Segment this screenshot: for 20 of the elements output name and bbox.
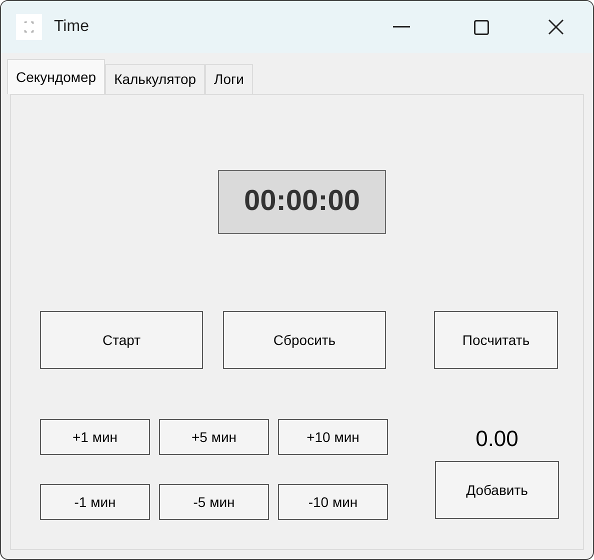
time-adjust-button[interactable]: -5 мин [159, 484, 269, 520]
app-icon [16, 14, 42, 40]
maximize-icon[interactable] [474, 20, 489, 34]
time-adjust-button[interactable]: -10 мин [278, 484, 388, 520]
add-button[interactable]: Добавить [435, 461, 559, 519]
timer-display: 00:00:00 [218, 170, 386, 234]
action-button[interactable]: Сбросить [223, 311, 386, 369]
time-adjust-button[interactable]: -1 мин [40, 484, 150, 520]
time-adjust-button[interactable]: +5 мин [159, 419, 269, 455]
tab[interactable]: Секундомер [7, 59, 106, 94]
close-icon[interactable] [548, 19, 564, 35]
tab[interactable]: Калькулятор [105, 64, 206, 94]
action-button[interactable]: Старт [40, 311, 203, 369]
window-title: Time [54, 17, 89, 37]
result-value: 0.00 [474, 425, 520, 453]
tab[interactable]: Логи [205, 64, 253, 94]
time-adjust-button[interactable]: +1 мин [40, 419, 150, 455]
time-adjust-button[interactable]: +10 мин [278, 419, 388, 455]
count-button[interactable]: Посчитать [434, 311, 558, 369]
minimize-icon[interactable] [393, 26, 410, 28]
